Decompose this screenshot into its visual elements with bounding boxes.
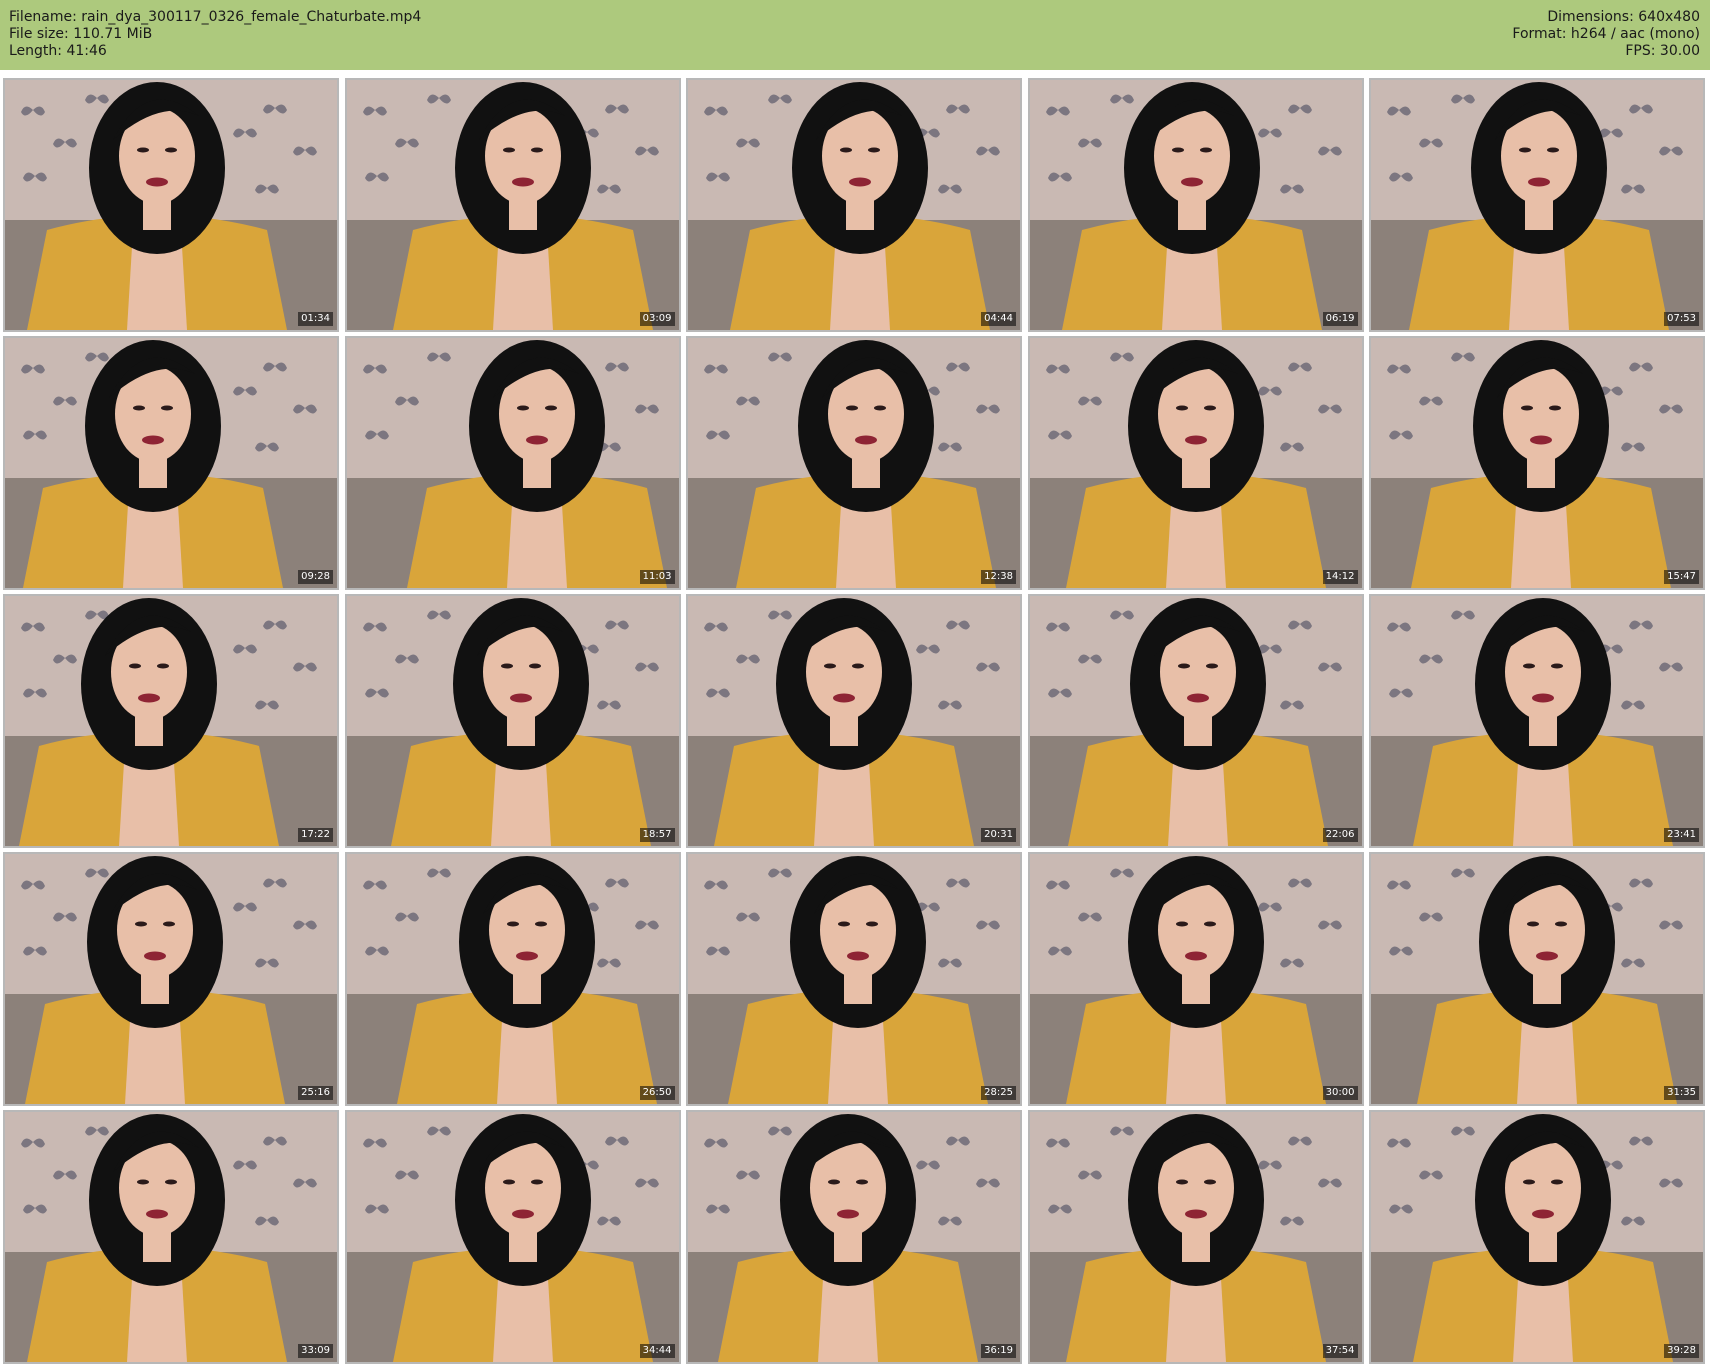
- timestamp-label: 04:44: [981, 312, 1016, 326]
- thumbnail: 25:16: [3, 852, 339, 1106]
- thumbnail: 28:25: [686, 852, 1022, 1106]
- timestamp-label: 17:22: [298, 828, 333, 842]
- thumbnail: 04:44: [686, 78, 1022, 332]
- timestamp-label: 09:28: [298, 570, 333, 584]
- video-frame-image: [1029, 854, 1362, 1104]
- timestamp-label: 33:09: [298, 1344, 333, 1358]
- timestamp-label: 39:28: [1664, 1344, 1699, 1358]
- thumbnail: 26:50: [344, 852, 681, 1106]
- thumbnail: 17:22: [3, 594, 339, 848]
- video-frame-image: [1371, 80, 1703, 330]
- timestamp-label: 28:25: [981, 1086, 1016, 1100]
- video-frame-image: [346, 338, 679, 588]
- timestamp-label: 34:44: [639, 1344, 675, 1358]
- video-frame-image: [346, 854, 679, 1104]
- video-info: Dimensions: 640x480 Format: h264 / aac (…: [1512, 9, 1700, 60]
- video-frame-image: [688, 854, 1020, 1104]
- timestamp-label: 15:47: [1664, 570, 1699, 584]
- thumbnail: 14:12: [1027, 336, 1364, 590]
- video-frame-image: [1029, 80, 1362, 330]
- length-text: Length: 41:46: [9, 43, 107, 59]
- thumbnail: 36:19: [686, 1110, 1022, 1364]
- thumbnail: 30:00: [1027, 852, 1364, 1106]
- thumbnail: 20:31: [686, 594, 1022, 848]
- dimensions-text: Dimensions: 640x480: [1547, 9, 1700, 25]
- timestamp-label: 36:19: [981, 1344, 1016, 1358]
- info-header: Filename: rain_dya_300117_0326_female_Ch…: [0, 0, 1710, 70]
- thumbnail: 33:09: [3, 1110, 339, 1364]
- timestamp-label: 01:34: [298, 312, 333, 326]
- timestamp-label: 20:31: [981, 828, 1016, 842]
- video-frame-image: [346, 596, 679, 846]
- thumbnail: 39:28: [1369, 1110, 1705, 1364]
- video-frame-image: [5, 854, 337, 1104]
- timestamp-label: 23:41: [1664, 828, 1699, 842]
- video-frame-image: [688, 1112, 1020, 1362]
- thumbnail: 06:19: [1027, 78, 1364, 332]
- thumbnail-grid: 01:34 03:09 04:44 06:19 07:53 09:28 11:03 12:38…: [3, 78, 1705, 1364]
- thumbnail: 23:41: [1369, 594, 1705, 848]
- thumbnail: 11:03: [344, 336, 681, 590]
- timestamp-label: 14:12: [1322, 570, 1358, 584]
- format-text: Format: h264 / aac (mono): [1512, 26, 1700, 42]
- timestamp-label: 12:38: [981, 570, 1016, 584]
- video-frame-image: [688, 80, 1020, 330]
- thumbnail: 15:47: [1369, 336, 1705, 590]
- video-frame-image: [5, 596, 337, 846]
- timestamp-label: 30:00: [1322, 1086, 1358, 1100]
- filename-text: Filename: rain_dya_300117_0326_female_Ch…: [9, 9, 422, 25]
- video-frame-image: [5, 80, 337, 330]
- video-frame-image: [5, 338, 337, 588]
- thumbnail: 18:57: [344, 594, 681, 848]
- timestamp-label: 03:09: [639, 312, 675, 326]
- thumbnail: 22:06: [1027, 594, 1364, 848]
- video-frame-image: [688, 338, 1020, 588]
- timestamp-label: 37:54: [1322, 1344, 1358, 1358]
- thumbnail: 31:35: [1369, 852, 1705, 1106]
- thumbnail: 12:38: [686, 336, 1022, 590]
- file-info: Filename: rain_dya_300117_0326_female_Ch…: [9, 9, 421, 60]
- video-frame-image: [688, 596, 1020, 846]
- video-frame-image: [1371, 1112, 1703, 1362]
- filesize-text: File size: 110.71 MiB: [9, 26, 153, 42]
- video-frame-image: [1371, 854, 1703, 1104]
- thumbnail: 07:53: [1369, 78, 1705, 332]
- video-frame-image: [1029, 338, 1362, 588]
- video-frame-image: [1029, 596, 1362, 846]
- timestamp-label: 31:35: [1664, 1086, 1699, 1100]
- thumbnail: 09:28: [3, 336, 339, 590]
- timestamp-label: 26:50: [639, 1086, 675, 1100]
- video-frame-image: [346, 80, 679, 330]
- fps-text: FPS: 30.00: [1625, 43, 1700, 59]
- timestamp-label: 18:57: [639, 828, 675, 842]
- thumbnail: 37:54: [1027, 1110, 1364, 1364]
- thumbnail: 01:34: [3, 78, 339, 332]
- video-frame-image: [346, 1112, 679, 1362]
- video-frame-image: [5, 1112, 337, 1362]
- timestamp-label: 11:03: [639, 570, 675, 584]
- video-frame-image: [1371, 338, 1703, 588]
- video-frame-image: [1371, 596, 1703, 846]
- thumbnail: 03:09: [344, 78, 681, 332]
- timestamp-label: 07:53: [1664, 312, 1699, 326]
- timestamp-label: 25:16: [298, 1086, 333, 1100]
- video-frame-image: [1029, 1112, 1362, 1362]
- thumbnail: 34:44: [344, 1110, 681, 1364]
- timestamp-label: 06:19: [1322, 312, 1358, 326]
- timestamp-label: 22:06: [1322, 828, 1358, 842]
